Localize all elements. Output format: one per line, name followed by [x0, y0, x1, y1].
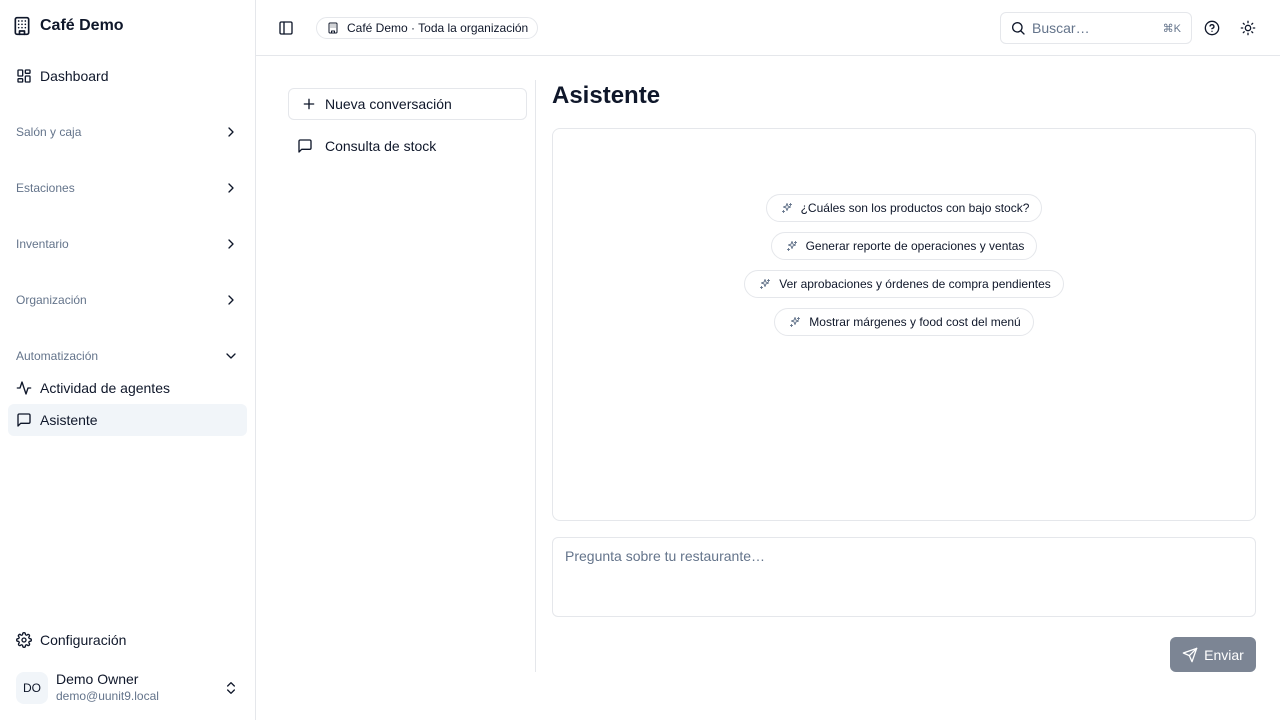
- send-icon: [1182, 647, 1198, 663]
- sidebar-section-salon-caja[interactable]: Salón y caja: [8, 116, 247, 148]
- chevrons-up-down-icon: [223, 680, 239, 696]
- conversation-label: Consulta de stock: [325, 138, 437, 154]
- suggestion-chip[interactable]: Mostrar márgenes y food cost del menú: [774, 308, 1034, 336]
- brand-name: Café Demo: [40, 17, 124, 34]
- sidebar-section-automatizacion[interactable]: Automatización: [8, 340, 247, 372]
- sun-icon: [1240, 20, 1256, 36]
- org-scope-selector[interactable]: Café Demo · Toda la organización: [316, 17, 539, 39]
- panel-left-icon: [278, 20, 294, 36]
- message-square-icon: [297, 138, 313, 154]
- sidebar-item-asistente[interactable]: Asistente: [8, 404, 247, 436]
- sparkles-icon: [784, 240, 800, 252]
- sparkles-icon: [787, 316, 803, 328]
- suggestion-chip[interactable]: ¿Cuáles son los productos con bajo stock…: [765, 194, 1043, 222]
- user-info: Demo Owner demo@uunit9.local: [56, 671, 215, 705]
- help-circle-icon: [1204, 20, 1220, 36]
- sidebar-item-dashboard[interactable]: Dashboard: [8, 60, 247, 92]
- page-title: Asistente: [552, 82, 661, 109]
- suggestion-list: ¿Cuáles son los productos con bajo stock…: [553, 194, 1255, 336]
- sparkles-icon: [757, 278, 773, 290]
- new-conversation-label: Nueva conversación: [325, 96, 452, 112]
- suggestion-label: Generar reporte de operaciones y ventas: [805, 239, 1025, 253]
- building-icon: [12, 16, 32, 36]
- theme-toggle-button[interactable]: [1234, 14, 1262, 42]
- building-icon: [325, 22, 341, 34]
- sidebar: Café Demo Dashboard Salón y caja Estacio…: [0, 0, 256, 720]
- chat-messages-area: ¿Cuáles son los productos con bajo stock…: [552, 128, 1256, 521]
- org-scope-label: Café Demo · Toda la organización: [347, 21, 529, 35]
- suggestion-label: Mostrar márgenes y food cost del menú: [809, 315, 1021, 329]
- plus-icon: [301, 96, 317, 112]
- search-shortcut: ⌘K: [1162, 22, 1181, 35]
- sidebar-item-configuracion[interactable]: Configuración: [8, 624, 247, 656]
- sidebar-section-label: Automatización: [16, 349, 99, 363]
- sparkles-icon: [779, 202, 795, 214]
- chevron-right-icon: [223, 124, 239, 140]
- suggestion-chip[interactable]: Ver aprobaciones y órdenes de compra pen…: [744, 270, 1064, 298]
- sidebar-item-actividad-agentes[interactable]: Actividad de agentes: [8, 372, 247, 404]
- suggestion-chip[interactable]: Generar reporte de operaciones y ventas: [770, 232, 1038, 260]
- sidebar-section-label: Estaciones: [16, 181, 75, 195]
- sidebar-item-label: Dashboard: [40, 68, 109, 84]
- message-square-icon: [16, 412, 32, 428]
- sidebar-section-organizacion[interactable]: Organización: [8, 284, 247, 316]
- layout-dashboard-icon: [16, 68, 32, 84]
- sidebar-section-estaciones[interactable]: Estaciones: [8, 172, 247, 204]
- brand[interactable]: Café Demo: [12, 14, 124, 38]
- sidebar-item-label: Asistente: [40, 412, 98, 428]
- avatar: DO: [16, 672, 48, 704]
- gear-icon: [16, 632, 32, 648]
- sidebar-section-label: Organización: [16, 293, 87, 307]
- chevron-right-icon: [223, 292, 239, 308]
- help-button[interactable]: [1198, 14, 1226, 42]
- activity-icon: [16, 380, 32, 396]
- suggestion-label: ¿Cuáles son los productos con bajo stock…: [800, 201, 1030, 215]
- chevron-right-icon: [223, 236, 239, 252]
- search-icon: [1010, 20, 1026, 36]
- prompt-input[interactable]: [552, 537, 1256, 617]
- conversations-panel: Nueva conversación Consulta de stock: [288, 80, 536, 672]
- top-header: Café Demo · Toda la organización ⌘K: [256, 0, 1280, 56]
- suggestion-label: Ver aprobaciones y órdenes de compra pen…: [779, 277, 1051, 291]
- chevron-right-icon: [223, 180, 239, 196]
- chevron-down-icon: [223, 348, 239, 364]
- sidebar-item-label: Configuración: [40, 632, 127, 648]
- new-conversation-button[interactable]: Nueva conversación: [288, 88, 527, 120]
- toggle-sidebar-button[interactable]: [272, 14, 300, 42]
- sidebar-item-label: Actividad de agentes: [40, 380, 170, 396]
- user-name: Demo Owner: [56, 671, 139, 687]
- send-label: Enviar: [1204, 646, 1244, 663]
- send-button[interactable]: Enviar: [1170, 637, 1256, 672]
- search-box[interactable]: ⌘K: [1000, 12, 1192, 44]
- conversation-item[interactable]: Consulta de stock: [288, 130, 527, 162]
- sidebar-section-label: Salón y caja: [16, 125, 82, 139]
- user-email: demo@uunit9.local: [56, 689, 159, 703]
- sidebar-section-label: Inventario: [16, 237, 69, 251]
- search-input[interactable]: [1032, 20, 1157, 36]
- user-menu[interactable]: DO Demo Owner demo@uunit9.local: [8, 664, 247, 712]
- sidebar-section-inventario[interactable]: Inventario: [8, 228, 247, 260]
